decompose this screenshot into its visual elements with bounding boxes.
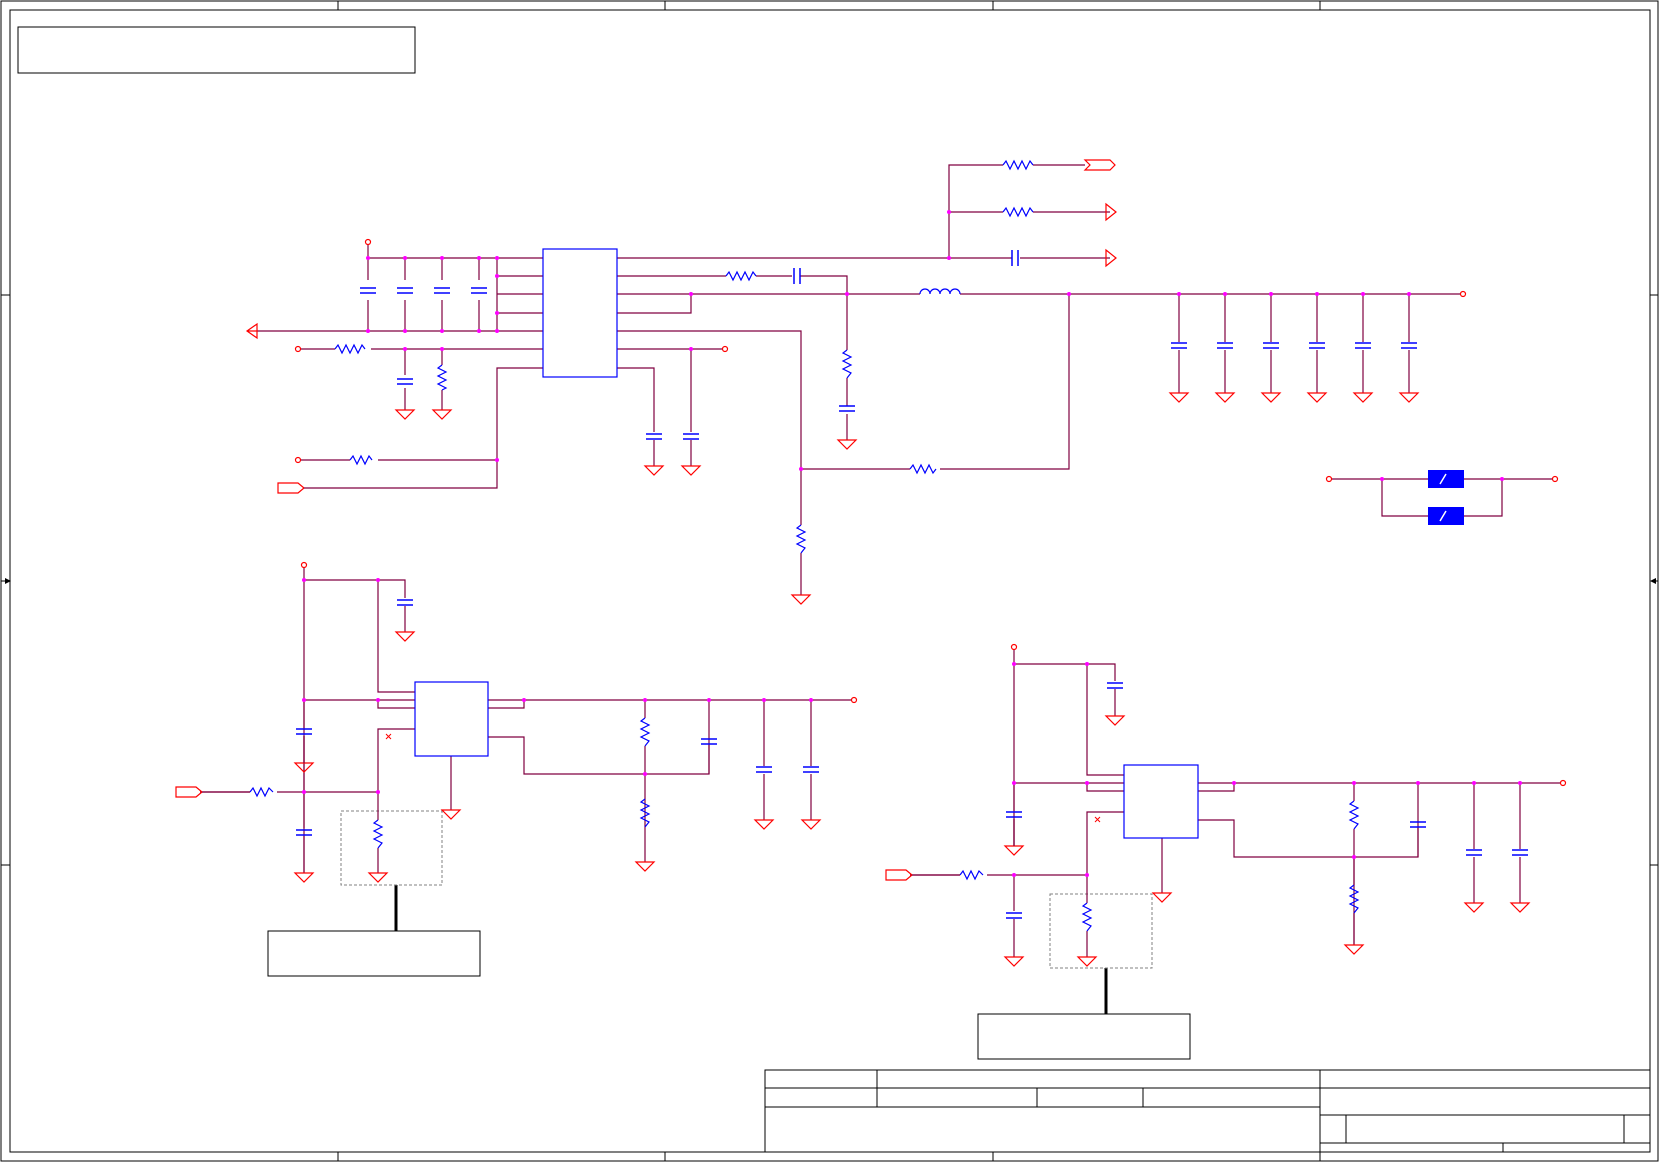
inductor xyxy=(919,288,961,295)
ic-main-controller xyxy=(542,248,618,378)
dashed-box-right xyxy=(1049,893,1153,969)
capacitors xyxy=(296,250,1528,919)
port-connectors xyxy=(175,159,1117,881)
junction-dots xyxy=(302,210,1522,877)
schematic-sheet xyxy=(0,0,1659,1162)
title-block xyxy=(764,1069,1651,1153)
ic-regulator-left xyxy=(414,681,489,757)
switch-blocks xyxy=(1428,470,1464,525)
sheet-frame xyxy=(0,0,1659,1162)
note-box-top-left xyxy=(17,26,416,74)
wires xyxy=(200,164,1562,957)
ic-components xyxy=(414,248,1199,839)
note-box-bottom-right xyxy=(977,968,1191,1060)
dashed-box-left xyxy=(340,810,443,886)
no-connect-markers xyxy=(385,733,1101,823)
note-box-bottom-left xyxy=(267,885,481,977)
power-pins xyxy=(294,238,1567,787)
ic-regulator-right xyxy=(1123,764,1199,839)
